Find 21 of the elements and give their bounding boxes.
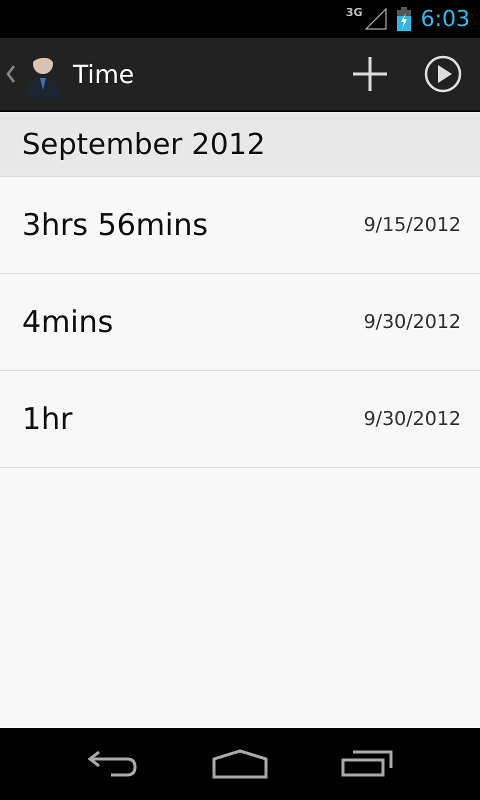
duration-text: 4mins [22,304,114,340]
time-entry[interactable]: 4mins 9/30/2012 [0,274,480,371]
home-icon [212,749,268,779]
play-icon [424,55,462,93]
signal-icon [364,8,387,30]
add-icon [352,56,388,92]
screen-title: Time [73,60,136,88]
network-label: 3G [346,6,363,19]
date-text: 9/30/2012 [364,311,461,333]
section-title: September 2012 [22,127,266,161]
caret-icon [6,65,15,83]
duration-text: 1hr [22,402,72,436]
battery-icon [396,7,411,31]
clock: 6:03 [420,6,470,32]
recent-apps-icon [341,750,394,778]
duration-text: 3hrs 56mins [22,208,208,242]
back-icon [86,750,139,778]
time-entry[interactable]: 1hr 9/30/2012 [0,371,480,468]
date-text: 9/15/2012 [364,214,461,236]
date-text: 9/30/2012 [364,408,461,430]
time-entry[interactable]: 3hrs 56mins 9/15/2012 [0,177,480,274]
